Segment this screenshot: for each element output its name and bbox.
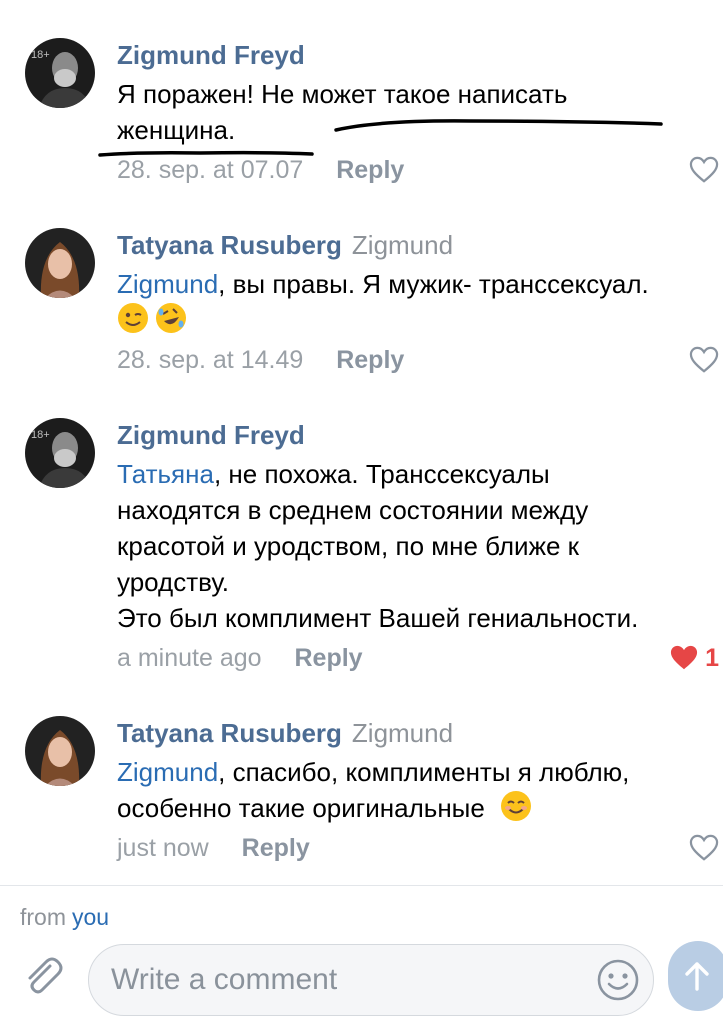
heart-outline-icon	[689, 346, 719, 373]
comment-text-line: Это был комплимент Вашей гениальности.	[117, 603, 639, 633]
smiling-face-icon	[501, 791, 532, 821]
woman-portrait-icon	[25, 716, 95, 786]
comment-text-line: женщина.	[117, 115, 236, 145]
reply-button[interactable]: Reply	[336, 346, 404, 374]
comment-timestamp: a minute ago	[117, 644, 262, 672]
heart-outline-icon	[689, 156, 719, 183]
mention-link[interactable]: Zigmund	[117, 757, 218, 787]
comments-feed: 18+ Zigmund Freyd Я поражен! Не может та…	[0, 0, 723, 885]
freud-portrait-icon: 18+	[25, 38, 95, 108]
comment-text-line: , не похожа. Транссексуалы	[213, 459, 550, 489]
author-name[interactable]: Zigmund Freyd	[117, 420, 305, 450]
like-button[interactable]	[689, 345, 719, 375]
like-count: 1	[705, 643, 719, 672]
smiley-icon	[597, 959, 639, 1001]
comment-text-line: , вы правы. Я мужик- транссексуал.	[218, 269, 649, 299]
emoji-picker-button[interactable]	[595, 957, 641, 1003]
avatar-tatyana[interactable]	[25, 228, 95, 298]
comment-text: Я поражен! Не может такое написать женщи…	[117, 76, 723, 148]
attach-button[interactable]	[20, 952, 68, 1000]
author-name[interactable]: Tatyana Rusuberg	[117, 718, 342, 748]
comment-text: Zigmund, вы правы. Я мужик- транссексуал…	[117, 266, 723, 338]
comment-text-line: уродству.	[117, 567, 229, 597]
comment-text-line: , спасибо, комплименты я люблю,	[218, 757, 630, 787]
comment-text-line: особенно такие оригинальные	[117, 793, 485, 823]
comment-composer: from you	[0, 885, 723, 1023]
comment-timestamp: just now	[117, 834, 209, 862]
avatar-zigmund[interactable]: 18+	[25, 418, 95, 488]
comment-timestamp: 28. sep. at 07.07	[117, 156, 304, 184]
author-name[interactable]: Tatyana Rusuberg	[117, 230, 342, 260]
from-value[interactable]: you	[72, 904, 109, 930]
rolling-on-floor-laughing-icon	[156, 303, 186, 333]
comment-text: Zigmund, спасибо, комплименты я люблю, о…	[117, 754, 723, 826]
comment-text-line: красотой и уродством, по мне ближе к	[117, 531, 580, 561]
paperclip-icon	[28, 957, 63, 994]
send-button[interactable]	[668, 941, 723, 1011]
heart-outline-icon	[689, 834, 719, 861]
from-label: from	[20, 904, 66, 930]
like-button[interactable]: 1	[669, 643, 719, 673]
heart-filled-icon	[671, 645, 698, 670]
comment-text: Татьяна, не похожа. Транссексуалы находя…	[117, 456, 723, 636]
reply-button[interactable]: Reply	[336, 156, 404, 184]
like-button[interactable]	[689, 833, 719, 863]
reply-button[interactable]: Reply	[242, 834, 310, 862]
woman-portrait-icon	[25, 228, 95, 298]
avatar-tatyana[interactable]	[25, 716, 95, 786]
avatar-badge: 18+	[31, 49, 50, 61]
avatar-zigmund[interactable]: 18+	[25, 38, 95, 108]
author-name[interactable]: Zigmund Freyd	[117, 40, 305, 70]
reply-button[interactable]: Reply	[295, 644, 363, 672]
mention-link[interactable]: Татьяна	[117, 459, 214, 489]
comment-text-line: находятся в среднем состоянии между	[117, 495, 589, 525]
reply-to-name[interactable]: Zigmund	[352, 230, 453, 260]
reply-to-name[interactable]: Zigmund	[352, 718, 453, 748]
winking-face-icon	[118, 303, 148, 333]
comment-input[interactable]	[111, 955, 581, 1005]
avatar-badge: 18+	[31, 429, 50, 441]
comment-timestamp: 28. sep. at 14.49	[117, 346, 304, 374]
freud-portrait-icon: 18+	[25, 418, 95, 488]
comment-text-line: Я поражен! Не может такое написать	[117, 79, 568, 109]
from-selector[interactable]: from you	[20, 904, 109, 931]
comment-input-box[interactable]	[88, 944, 654, 1016]
arrow-up-icon	[685, 962, 709, 991]
mention-link[interactable]: Zigmund	[117, 269, 218, 299]
like-button[interactable]	[689, 155, 719, 185]
